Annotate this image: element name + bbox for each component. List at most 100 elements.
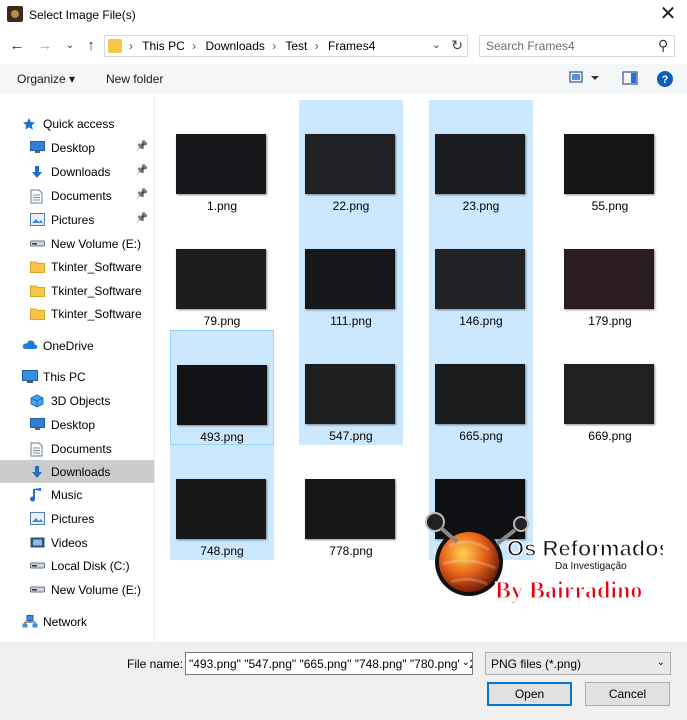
desktop-icon (30, 418, 45, 431)
sidebar-item-videos[interactable]: Videos (0, 531, 154, 554)
sidebar-item-label: Tkinter_Software (51, 307, 142, 321)
drive-icon (30, 583, 45, 596)
sidebar-item-network[interactable]: Network (0, 610, 154, 633)
refresh-icon[interactable]: ↻ (451, 37, 463, 54)
sidebar-item-music[interactable]: Music (0, 483, 154, 506)
image-thumbnail (305, 134, 395, 194)
sidebar-item-label: Quick access (43, 117, 115, 131)
pin-icon[interactable]: 📌 (136, 213, 148, 224)
file-item[interactable]: 665.png (429, 330, 533, 445)
file-name-label: 23.png (462, 199, 500, 213)
file-item[interactable]: 669.png (558, 330, 662, 445)
new-folder-button[interactable]: New folder (106, 72, 163, 86)
sidebar-item-pictures[interactable]: Pictures 📌 (0, 208, 154, 231)
sidebar-item-new-volume-e[interactable]: New Volume (E:) (0, 578, 154, 601)
sidebar-item-label: Tkinter_Software (51, 260, 142, 274)
sidebar-item-new-volume-e[interactable]: New Volume (E:) (0, 232, 154, 255)
sidebar-item-local-disk-c[interactable]: Local Disk (C:) (0, 554, 154, 577)
file-item[interactable]: 547.png (299, 330, 403, 445)
folder-icon (108, 39, 122, 53)
sidebar-item-this-pc[interactable]: This PC (0, 365, 154, 388)
search-input[interactable]: Search Frames4 (486, 39, 575, 53)
sidebar-item-pictures[interactable]: Pictures (0, 507, 154, 530)
search-box[interactable]: Search Frames4 ⚲ (479, 35, 675, 57)
file-name-label: 55.png (591, 199, 629, 213)
file-name-label: 111.png (330, 314, 372, 328)
file-name-label: 22.png (332, 199, 370, 213)
pin-icon[interactable]: 📌 (136, 165, 148, 176)
file-name-label: 748.png (200, 544, 244, 558)
help-icon[interactable]: ? (656, 70, 674, 91)
breadcrumb-separator-icon: › (272, 39, 277, 53)
sidebar-item-desktop[interactable]: Desktop (0, 413, 154, 436)
file-item[interactable]: 55.png (558, 100, 662, 215)
breadcrumb-separator-icon: › (314, 39, 319, 53)
file-item[interactable]: 23.png (429, 100, 533, 215)
breadcrumb-item-this-pc[interactable]: This PC (142, 39, 185, 53)
file-type-select[interactable]: PNG files (*.png) ⌄ (485, 652, 671, 675)
app-icon (7, 6, 23, 22)
file-name-label: 669.png (588, 429, 632, 443)
pin-icon[interactable]: 📌 (136, 189, 148, 200)
breadcrumb-item-test[interactable]: Test (285, 39, 307, 53)
file-item[interactable]: 179.png (558, 215, 662, 330)
sidebar-item-downloads[interactable]: Downloads (0, 460, 154, 483)
chevron-down-icon[interactable]: ⌄ (432, 38, 441, 51)
sidebar-item-desktop[interactable]: Desktop 📌 (0, 136, 154, 159)
file-item[interactable]: 79.png (170, 215, 274, 330)
file-item[interactable]: 1.png (170, 100, 274, 215)
sidebar-item-label: Desktop (51, 418, 96, 432)
image-thumbnail (176, 479, 266, 539)
file-item[interactable]: 493.png (170, 330, 274, 445)
sidebar-item-3d-objects[interactable]: 3D Objects (0, 389, 154, 412)
file-item[interactable]: 748.png (170, 445, 274, 560)
image-thumbnail (435, 249, 525, 309)
cloud-icon (22, 339, 38, 352)
file-name-label: 778.png (329, 544, 373, 558)
sidebar-item-label: Downloads (51, 465, 111, 479)
sidebar-item-tkinter-software[interactable]: Tkinter_Software (0, 302, 154, 325)
cancel-button[interactable]: Cancel (585, 682, 670, 706)
sidebar-item-label: 3D Objects (51, 394, 111, 408)
sidebar-item-tkinter-software[interactable]: Tkinter_Software (0, 279, 154, 302)
sidebar-item-quick-access[interactable]: Quick access (0, 112, 154, 135)
folder-icon (30, 260, 45, 273)
sidebar-item-tkinter-software[interactable]: Tkinter_Software (0, 255, 154, 278)
sidebar-item-label: This PC (43, 370, 86, 384)
preview-pane-icon[interactable] (622, 71, 638, 88)
sidebar-item-onedrive[interactable]: OneDrive (0, 334, 154, 357)
chevron-down-icon[interactable]: ⌄ (459, 657, 470, 668)
image-thumbnail (435, 364, 525, 424)
sidebar-item-documents[interactable]: Documents 📌 (0, 184, 154, 207)
file-name-label: 547.png (329, 429, 373, 443)
pictures-icon (30, 512, 45, 525)
breadcrumb-item-frames4[interactable]: Frames4 (328, 39, 375, 53)
search-icon[interactable]: ⚲ (658, 37, 668, 54)
file-item[interactable]: 778.png (299, 445, 403, 560)
document-icon (30, 442, 44, 457)
film-icon (30, 536, 45, 549)
file-item[interactable]: 111.png (299, 215, 403, 330)
close-icon[interactable]: ✕ (655, 2, 681, 26)
up-arrow-icon[interactable]: ↑ (81, 36, 101, 56)
file-type-value: PNG files (*.png) (491, 657, 582, 671)
file-name-input[interactable]: "493.png" "547.png" "665.png" "748.png" … (185, 652, 473, 675)
cube-icon (30, 394, 44, 408)
open-button[interactable]: Open (487, 682, 572, 706)
image-thumbnail (176, 134, 266, 194)
sidebar-item-label: Pictures (51, 213, 95, 227)
breadcrumb-item-downloads[interactable]: Downloads (206, 39, 265, 53)
sidebar-item-downloads[interactable]: Downloads 📌 (0, 160, 154, 183)
sidebar-item-label: Videos (51, 536, 88, 550)
sidebar-item-documents[interactable]: Documents (0, 437, 154, 460)
file-item[interactable]: 146.png (429, 215, 533, 330)
address-bar[interactable]: › This PC › Downloads › Test › Frames4 ⌄… (104, 35, 468, 57)
pin-icon[interactable]: 📌 (136, 141, 148, 152)
view-options-icon[interactable] (569, 71, 599, 88)
recent-locations-chevron-icon[interactable]: ⌄ (60, 36, 80, 56)
file-item[interactable]: 22.png (299, 100, 403, 215)
forward-arrow-icon[interactable]: → (35, 36, 55, 56)
drive-icon (30, 237, 45, 250)
organize-button[interactable]: Organize ▾ (17, 72, 75, 86)
back-arrow-icon[interactable]: ← (7, 36, 27, 56)
